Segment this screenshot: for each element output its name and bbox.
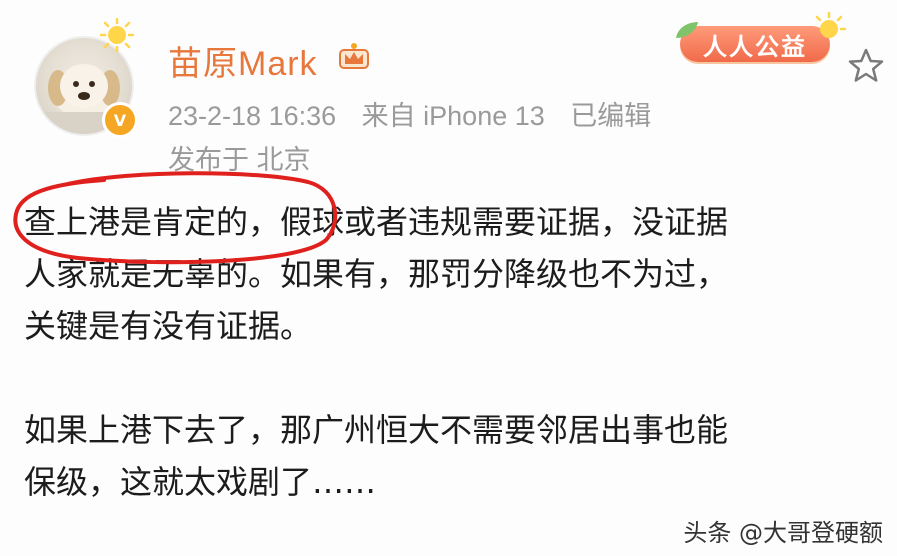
- post-source[interactable]: 来自 iPhone 13: [362, 101, 545, 131]
- leaf-icon: [676, 22, 698, 38]
- post-line: 如果上港下去了，那广州恒大不需要邻居出事也能: [24, 411, 729, 449]
- post-line: 查上港是肯定的，假球或者违规需要证据，没证据: [24, 203, 729, 241]
- post-edited[interactable]: 已编辑: [570, 101, 651, 131]
- post-body: 查上港是肯定的，假球或者违规需要证据，没证据 人家就是无辜的。如果有，那罚分降级…: [24, 196, 884, 508]
- badge-sun-icon: [815, 12, 846, 38]
- post-timestamp: 23-2-18 16:36: [168, 101, 337, 131]
- post-line: 关键是有没有证据。: [24, 307, 313, 345]
- weibo-post-screenshot: V 苗原Mark 23-2-18 16:36 来自 iPhone 13 已编辑 …: [0, 0, 897, 556]
- welfare-badge-label: 人人公益: [680, 26, 830, 62]
- post-meta: 23-2-18 16:36 来自 iPhone 13 已编辑: [168, 94, 669, 133]
- post-location: 发布于 北京: [168, 145, 311, 175]
- welfare-badge[interactable]: 人人公益: [672, 12, 848, 68]
- verified-badge-icon: V: [102, 102, 138, 138]
- watermark: 头条 @大哥登硬额: [683, 519, 883, 547]
- crown-icon[interactable]: [336, 38, 372, 74]
- star-icon[interactable]: [846, 46, 886, 86]
- author-name[interactable]: 苗原Mark: [168, 36, 318, 85]
- post-line: 人家就是无辜的。如果有，那罚分降级也不为过，: [24, 255, 729, 293]
- sun-icon: [100, 18, 134, 52]
- post-line: 保级，这就太戏剧了……: [24, 463, 377, 501]
